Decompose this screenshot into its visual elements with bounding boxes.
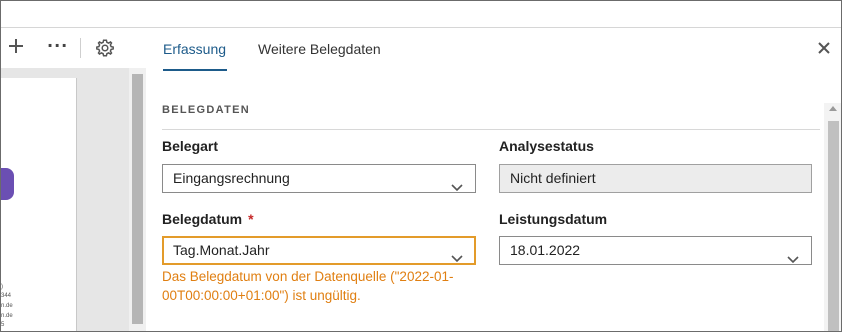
toolbar-divider	[80, 38, 81, 58]
analysestatus-label: Analysestatus	[499, 138, 594, 154]
belegdatum-label: Belegdatum *	[162, 211, 254, 227]
document-text-line: n.de	[1, 303, 13, 309]
leistungsdatum-select[interactable]: 18.01.2022	[499, 236, 812, 265]
scroll-up-arrow-icon[interactable]	[829, 106, 837, 111]
section-title: BELEGDATEN	[162, 104, 250, 116]
required-marker: *	[248, 211, 254, 227]
viewer-scrollbar-thumb[interactable]	[132, 74, 143, 324]
belegdatum-error-message: Das Belegdatum von der Datenquelle ("202…	[162, 269, 454, 303]
document-logo	[1, 168, 14, 200]
belegart-label: Belegart	[162, 138, 219, 154]
belegart-select[interactable]: Eingangsrechnung	[162, 164, 476, 193]
document-text-line: )	[1, 284, 3, 290]
panel-scrollbar-thumb[interactable]	[828, 121, 839, 331]
belegart-value: Eingangsrechnung	[173, 170, 290, 186]
chevron-down-icon	[451, 246, 463, 263]
leistungsdatum-value: 18.01.2022	[510, 242, 581, 258]
more-icon[interactable]: ···	[47, 38, 68, 54]
leistungsdatum-label: Leistungsdatum	[499, 211, 608, 227]
document-viewer: ··· ) 344 n.de n.de 5	[1, 28, 146, 331]
close-icon[interactable]	[816, 40, 832, 56]
section-divider	[162, 129, 820, 130]
app-window: ··· ) 344 n.de n.de 5 Erfassung Weitere …	[0, 0, 842, 332]
viewer-scrollbar[interactable]	[129, 68, 146, 331]
document-text-line: 5	[1, 322, 5, 328]
tab-erfassung[interactable]: Erfassung	[163, 41, 226, 57]
belegdatum-select[interactable]: Tag.Monat.Jahr	[162, 236, 476, 265]
plus-icon[interactable]	[9, 39, 23, 53]
chevron-down-icon	[451, 174, 463, 192]
settings-icon[interactable]	[95, 38, 115, 58]
tab-weitere-belegdaten[interactable]: Weitere Belegdaten	[258, 41, 381, 57]
panel-scrollbar[interactable]	[824, 103, 841, 331]
document-text-line: 344	[1, 293, 12, 299]
document-page: ) 344 n.de n.de 5	[1, 78, 77, 331]
analysestatus-field: Nicht definiert	[499, 164, 812, 193]
belegdatum-label-text: Belegdatum	[162, 211, 243, 227]
belegdatum-value: Tag.Monat.Jahr	[173, 242, 270, 258]
document-text-line: n.de	[1, 313, 13, 319]
chevron-down-icon	[787, 246, 799, 264]
viewer-toolbar: ···	[1, 28, 146, 68]
active-tab-indicator	[163, 69, 227, 71]
capture-panel: Erfassung Weitere Belegdaten BELEGDATEN …	[146, 28, 841, 331]
analysestatus-value: Nicht definiert	[510, 170, 596, 186]
document-canvas: ) 344 n.de n.de 5	[1, 68, 129, 331]
